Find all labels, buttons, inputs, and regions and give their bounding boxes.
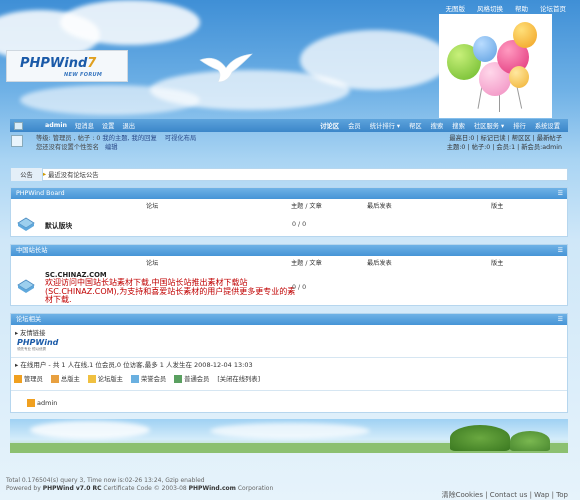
main-nav: admin 短消息 设置 退出 讨论区 会员 统计排行 ▾ 帮区 搜索 搜索 社…	[10, 119, 568, 132]
balloon-orange	[513, 22, 537, 48]
close-online-list-link[interactable]: [关闭在线列表]	[217, 374, 260, 383]
logo-subtitle: NEW FORUM	[64, 72, 103, 78]
category-header[interactable]: 中国站长站 ☰	[11, 245, 567, 256]
nav-item-system[interactable]: 系统设置	[535, 121, 560, 130]
col-topics: 主题 / 文章	[291, 260, 322, 267]
user-icon	[14, 121, 23, 130]
footer-links[interactable]: 清除Cookies | Contact us | Wap | Top	[442, 490, 568, 500]
online-user-item[interactable]: admin	[27, 399, 57, 407]
forum-counts: 0 / 0	[292, 284, 307, 291]
category-title: PHPWind Board	[16, 190, 65, 197]
online-label: 在线用户	[20, 361, 47, 369]
legend-member: 普通会员	[174, 374, 209, 383]
category-header[interactable]: 论坛相关 ☰	[11, 314, 567, 325]
top-link-help[interactable]: 帮助	[515, 3, 528, 13]
online-username: admin	[37, 399, 58, 407]
nav-item-stats[interactable]: 统计排行 ▾	[370, 121, 400, 130]
col-forum: 论坛	[146, 203, 159, 210]
top-link-style-switch[interactable]: 风格切换	[477, 3, 503, 13]
user-info-panel: 等级: 管理员 , 帖子 : 0 我的主题, 我的回复 可视化布局 您还没有设置…	[10, 132, 568, 152]
collapse-icon[interactable]: ☰	[558, 245, 563, 256]
column-headers: 论坛 主题 / 文章 最后发表 版主	[11, 258, 567, 267]
nav-item-ranking[interactable]: 排行	[513, 121, 526, 130]
user-stats: 等级: 管理员 , 帖子 : 0 我的主题, 我的回复 可视化布局	[36, 135, 197, 142]
nav-item-forum[interactable]: 讨论区	[320, 121, 339, 130]
category-title: 论坛相关	[16, 316, 42, 323]
partner-logo-text: PHPWind	[17, 338, 59, 347]
logo-text: PHPWind7	[20, 56, 97, 71]
site-logo[interactable]: PHPWind7 NEW FORUM	[6, 50, 128, 82]
friend-links-label: ▸ 友情链接	[15, 330, 46, 337]
announcement-text: 最近没有论坛公告	[48, 172, 99, 179]
balloons-image	[439, 14, 552, 118]
announcement-arrow-icon: ▸	[43, 171, 47, 178]
balloon-blue	[473, 36, 497, 62]
column-headers: 论坛 主题 / 文章 最后发表 版主	[11, 201, 567, 210]
my-topics-link[interactable]: 我的主题, 我的回复	[102, 135, 156, 142]
category-header[interactable]: PHPWind Board ☰	[11, 188, 567, 199]
divider	[11, 357, 567, 358]
forum-quick-stats[interactable]: 最高日:0 | 标记已读 | 帮区区 | 最新帖子	[449, 133, 562, 142]
legend-admin: 管理员	[14, 374, 43, 383]
col-forum: 论坛	[146, 260, 159, 267]
collapse-icon[interactable]: ☰	[558, 188, 563, 199]
user-group-legend: 管理员 总版主 论坛版主 荣誉会员 普通会员 [关闭在线列表]	[14, 374, 260, 383]
layout-mode-link[interactable]: 可视化布局	[165, 135, 196, 142]
cloud	[300, 30, 450, 90]
divider	[11, 390, 567, 391]
partner-logo-tagline: 领先专业 恒以优秀	[17, 347, 47, 351]
forum-counts: 0 / 0	[292, 221, 307, 228]
footer-powered-line: Powered by PHPWind v7.0 RC Certificate C…	[6, 485, 274, 492]
nav-messages[interactable]: 短消息	[75, 121, 94, 130]
legend-forum-mod: 论坛版主	[87, 374, 123, 383]
forum-icon	[17, 217, 35, 231]
category-phpwind-board: PHPWind Board ☰ 论坛 主题 / 文章 最后发表 版主 默认版块 …	[10, 187, 568, 237]
edit-signature-link[interactable]: 编辑	[105, 144, 118, 151]
forum-totals: 主题:0 | 帖子:0 | 会员:1 | 新会员:admin	[446, 144, 562, 151]
col-last-post: 最后发表	[367, 203, 392, 210]
nav-item-groups[interactable]: 帮区	[409, 121, 422, 130]
category-forum-related: 论坛相关 ☰ ▸ 友情链接 PHPWind 领先专业 恒以优秀 ▸ 在线用户 -…	[10, 313, 568, 413]
nav-item-search-2[interactable]: 搜索	[452, 121, 465, 130]
legend-honor-member: 荣誉会员	[130, 374, 166, 383]
collapse-icon[interactable]: ☰	[558, 314, 563, 325]
nav-item-search[interactable]: 搜索	[431, 121, 444, 130]
col-moderator: 版主	[491, 203, 504, 210]
top-link-text-mode[interactable]: 无图版	[446, 3, 466, 13]
nav-item-members[interactable]: 会员	[348, 121, 361, 130]
forum-description: 欢迎访问中国站长站素材下载,中国站长站推出素材下载站(SC.CHINAZ.COM…	[45, 278, 296, 304]
nav-logout[interactable]: 退出	[122, 121, 135, 130]
online-summary: - 共 1 人在线,1 位会员,0 位访客,最多 1 人发生在 2008-12-…	[48, 361, 253, 369]
footer-site-link[interactable]: PHPWind.com	[189, 485, 236, 492]
category-title: 中国站长站	[16, 247, 48, 254]
footer-banner-image	[10, 419, 568, 453]
announcement-tab[interactable]: 公告	[11, 168, 43, 181]
nav-item-services[interactable]: 社区服务 ▾	[474, 121, 504, 130]
announcement-bar: 公告 ▸ 最近没有论坛公告	[10, 168, 568, 181]
arrow-icon: ▸	[15, 361, 19, 369]
forum-link-default[interactable]: 默认版块	[45, 220, 72, 230]
nav-settings[interactable]: 设置	[102, 121, 115, 130]
footer-info: Total 0.176504(s) query 3, Time now is:0…	[6, 477, 273, 493]
col-last-post: 最后发表	[367, 260, 392, 267]
phpwind-link-logo[interactable]: PHPWind 领先专业 恒以优秀	[17, 338, 67, 354]
footer-version[interactable]: PHPWind v7.0 RC	[43, 485, 102, 492]
avatar[interactable]	[11, 135, 23, 147]
dove-icon	[199, 53, 253, 83]
cloud	[60, 0, 200, 45]
top-link-home[interactable]: 论坛首页	[540, 3, 566, 13]
balloon-yellow	[509, 66, 529, 88]
top-links: 无图版 风格切换 帮助 论坛首页	[446, 3, 567, 13]
online-users-line: ▸ 在线用户 - 共 1 人在线,1 位会员,0 位访客,最多 1 人发生在 2…	[15, 359, 253, 369]
col-topics: 主题 / 文章	[291, 203, 322, 210]
signature-line: 您还没有设置个性签名 编辑	[36, 144, 118, 151]
nav-username[interactable]: admin	[45, 122, 67, 129]
category-chinaz: 中国站长站 ☰ 论坛 主题 / 文章 最后发表 版主 SC.CHINAZ.COM…	[10, 244, 568, 306]
cloud	[20, 85, 200, 115]
forum-icon	[17, 279, 35, 293]
footer-debug-line: Total 0.176504(s) query 3, Time now is:0…	[6, 477, 205, 484]
legend-super-mod: 总版主	[50, 374, 80, 383]
col-moderator: 版主	[491, 260, 504, 267]
user-group-icon	[27, 399, 35, 407]
